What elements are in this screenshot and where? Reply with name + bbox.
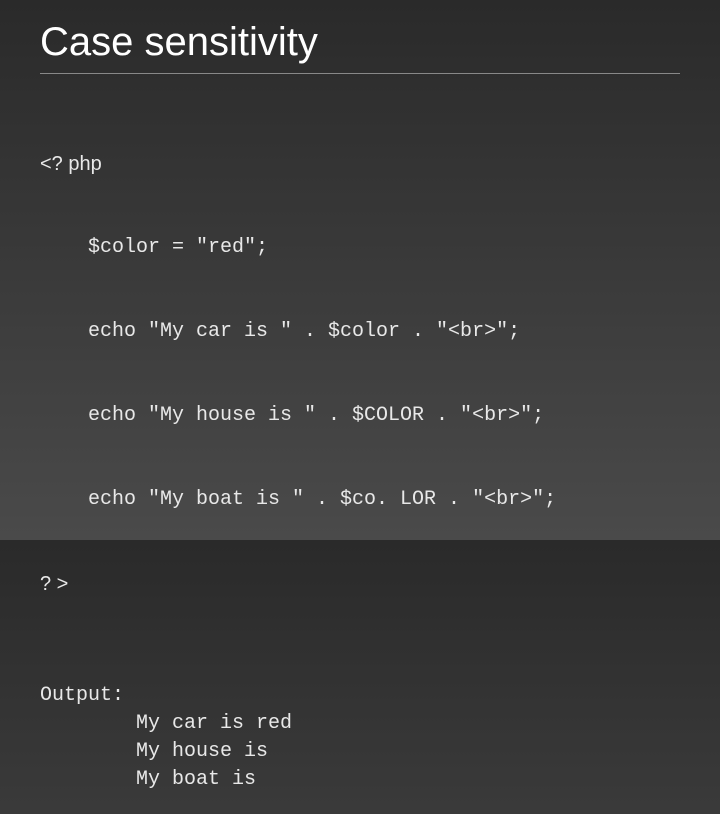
slide-title: Case sensitivity [40, 20, 680, 74]
code-line-1: $color = "red"; [40, 234, 680, 262]
code-line-3: echo "My house is " . $COLOR . "<br>"; [40, 402, 680, 430]
php-open-tag: <? php [40, 150, 680, 178]
output-label: Output: [40, 682, 680, 710]
php-code-block: <? php $color = "red"; echo "My car is "… [40, 94, 680, 654]
php-close-tag: ? > [40, 570, 680, 598]
code-line-2: echo "My car is " . $color . "<br>"; [40, 318, 680, 346]
output-line-3: My boat is [40, 766, 680, 794]
code-line-4: echo "My boat is " . $co. LOR . "<br>"; [40, 486, 680, 514]
output-block: Output: My car is red My house is My boa… [40, 682, 680, 794]
output-line-2: My house is [40, 738, 680, 766]
output-line-1: My car is red [40, 710, 680, 738]
slide-container: Case sensitivity <? php $color = "red"; … [0, 0, 720, 814]
